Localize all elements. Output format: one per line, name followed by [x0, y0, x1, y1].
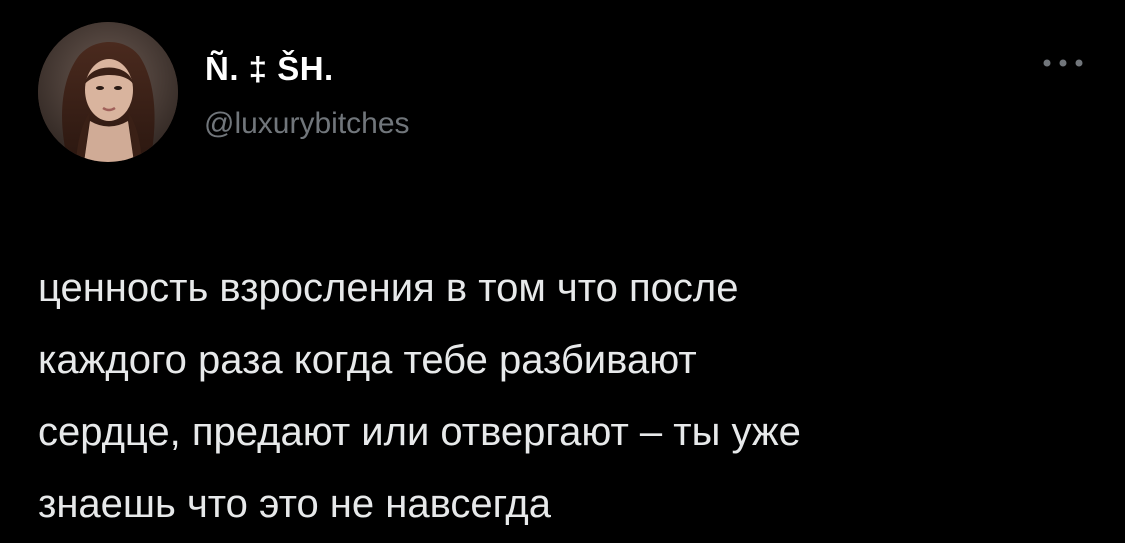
avatar[interactable]: [38, 22, 178, 162]
more-options-button[interactable]: [1038, 48, 1088, 78]
tweet-text: ценность взросления в том что после кажд…: [38, 266, 801, 526]
more-horizontal-icon: [1043, 59, 1083, 67]
display-name[interactable]: Ñ. ‡ ŠH.: [205, 50, 334, 88]
username-handle[interactable]: @luxurybitches: [204, 107, 410, 141]
profile-photo-icon: [38, 22, 178, 162]
tweet: Ñ. ‡ ŠH. @luxurybitches ценность взросле…: [0, 0, 1125, 543]
